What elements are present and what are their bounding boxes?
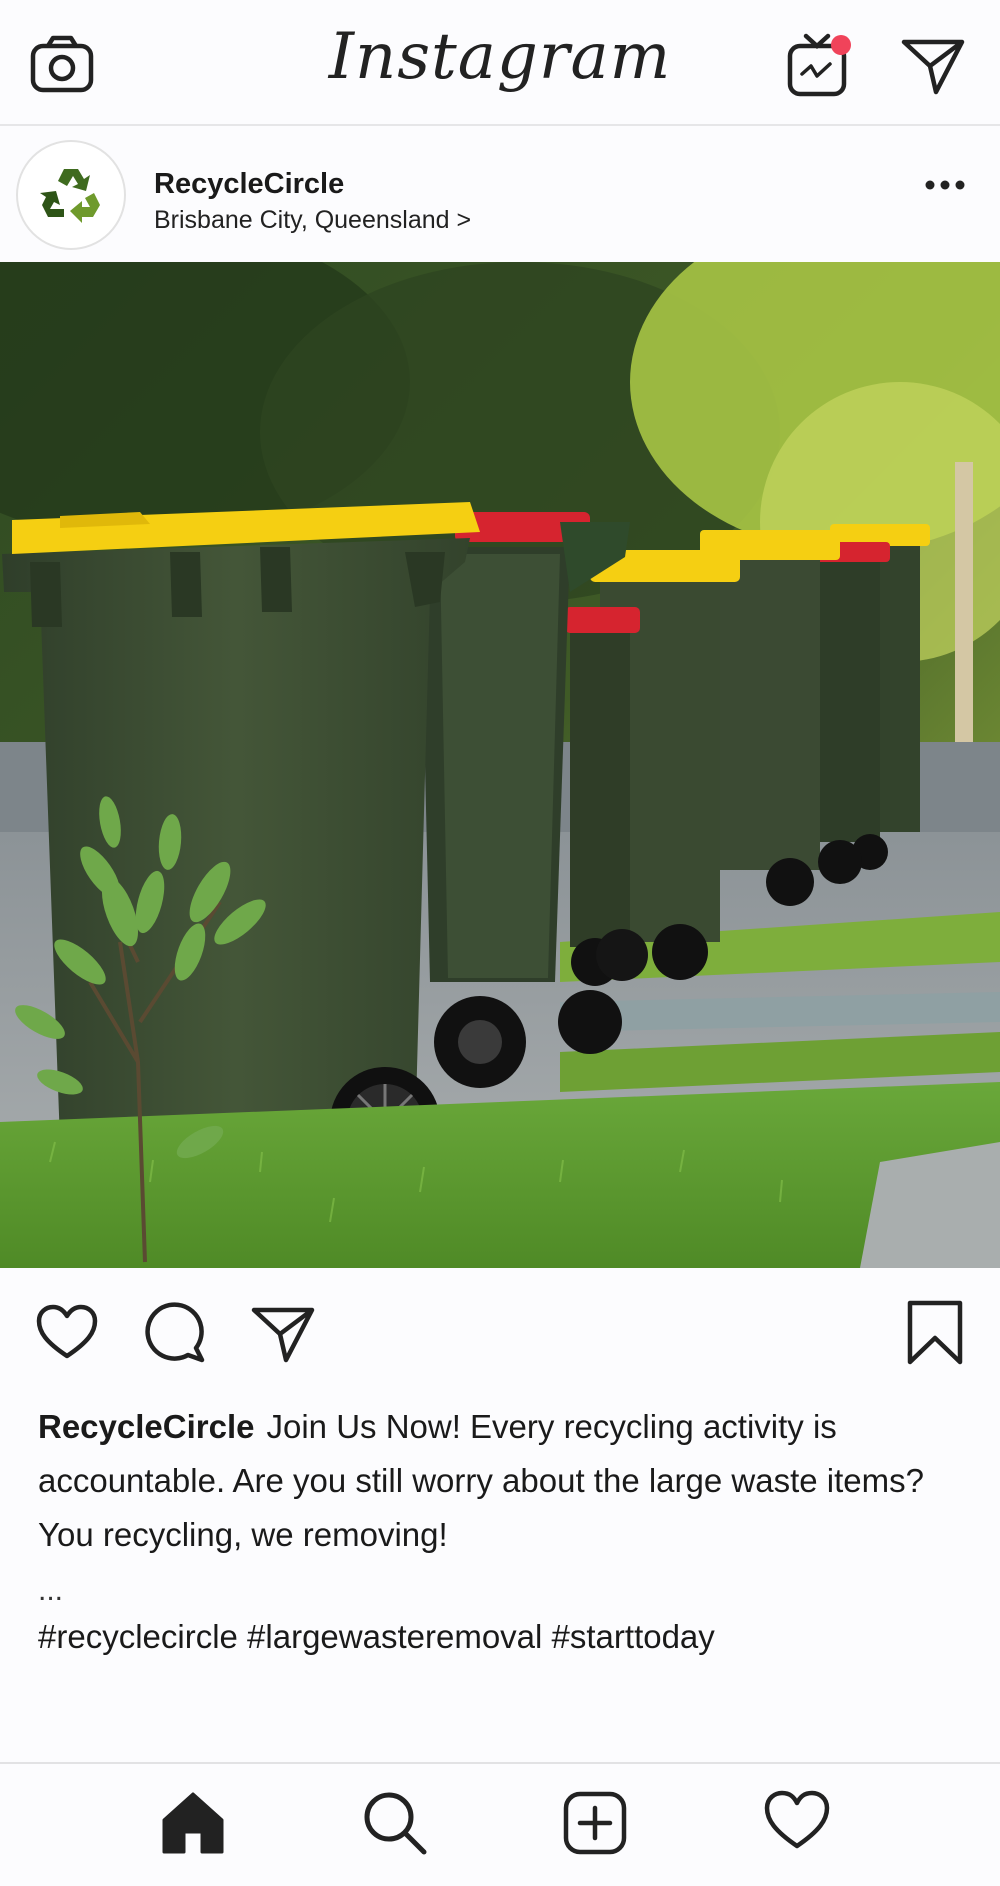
igtv-icon[interactable] xyxy=(786,30,852,105)
recycle-icon xyxy=(38,163,104,228)
post-location[interactable]: Brisbane City, Queensland > xyxy=(154,206,471,235)
direct-message-icon[interactable] xyxy=(900,36,966,101)
post-image[interactable] xyxy=(0,262,1000,1268)
post-hashtags[interactable]: #recyclecircle #largewasteremoval #start… xyxy=(38,1618,715,1656)
notification-dot xyxy=(831,35,851,55)
post-actions xyxy=(0,1268,1000,1398)
bins-photo xyxy=(0,262,1000,1268)
caption-more[interactable]: ... xyxy=(38,1574,63,1608)
post-header: RecycleCircle Brisbane City, Queensland … xyxy=(0,128,1000,262)
home-icon[interactable] xyxy=(160,1790,226,1861)
share-paper-plane-icon[interactable] xyxy=(250,1304,316,1369)
bottom-nav xyxy=(0,1762,1000,1886)
top-bar: Instagram xyxy=(0,0,1000,126)
avatar[interactable] xyxy=(16,140,126,250)
add-post-icon[interactable] xyxy=(562,1790,628,1861)
activity-heart-icon[interactable] xyxy=(764,1790,830,1857)
search-icon[interactable] xyxy=(362,1790,428,1861)
caption-username[interactable]: RecycleCircle xyxy=(38,1408,254,1445)
comment-icon[interactable] xyxy=(144,1302,206,1369)
heart-icon[interactable] xyxy=(36,1304,98,1365)
more-dots-icon[interactable] xyxy=(924,178,966,196)
post-caption: RecycleCircle Join Us Now! Every recyclin… xyxy=(38,1400,968,1562)
bookmark-icon[interactable] xyxy=(906,1300,964,1371)
yellow-lid-bin xyxy=(2,502,480,1177)
post-username[interactable]: RecycleCircle xyxy=(154,168,344,201)
